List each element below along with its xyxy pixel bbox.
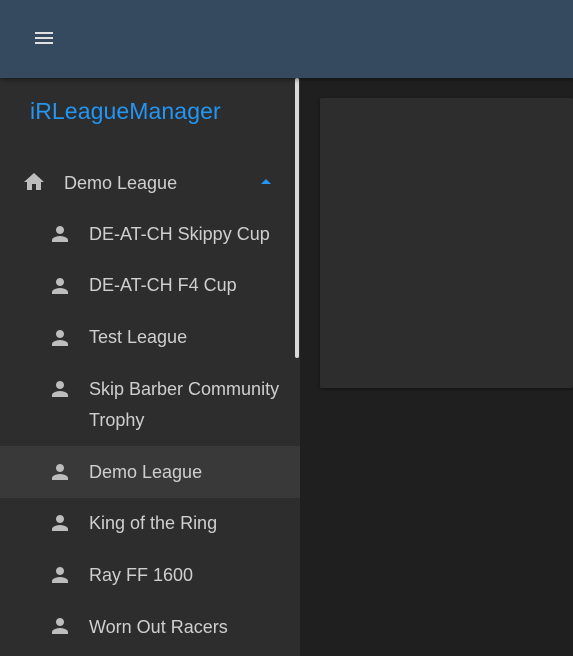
sidebar-item-label: Skip Barber Community Trophy — [89, 379, 280, 430]
sidebar-item-label: King of the Ring — [89, 513, 218, 533]
menu-icon — [35, 32, 53, 44]
person-icon — [52, 567, 68, 583]
sidebar-item-label: Test League — [89, 327, 188, 347]
home-icon — [24, 173, 44, 190]
person-icon — [52, 278, 68, 294]
sidebar-item-de-at-ch-skippy-cup[interactable]: DE-AT-CH Skippy Cup — [0, 210, 300, 262]
sidebar-item-label: DE-AT-CH F4 Cup — [89, 275, 237, 295]
person-icon — [52, 618, 68, 634]
sidebar-item-king-of-the-ring[interactable]: King of the Ring — [0, 498, 300, 550]
sidebar-item-de-at-ch-f4-cup[interactable]: DE-AT-CH F4 Cup — [0, 262, 300, 314]
app-bar — [0, 0, 573, 78]
sidebar-item-demo-league[interactable]: Demo League — [0, 446, 300, 498]
sidebar-item-label: Demo League — [89, 462, 203, 482]
sidebar-item-label: DE-AT-CH Skippy Cup — [89, 224, 270, 244]
person-icon — [52, 226, 68, 242]
sidebar-item-label: Ray FF 1600 — [89, 565, 194, 585]
person-icon — [52, 515, 68, 531]
sidebar-item-test-league[interactable]: Test League — [0, 314, 300, 366]
nav-drawer: iRLeagueManager Demo League DE-AT-CH Ski… — [0, 78, 300, 656]
brand-title[interactable]: iRLeagueManager — [30, 98, 221, 125]
league-group-header[interactable]: Demo League — [0, 160, 300, 206]
sidebar-item-skip-barber-community-trophy[interactable]: Skip Barber Community Trophy — [0, 366, 300, 446]
sidebar-item-label: Worn Out Racers — [89, 617, 228, 637]
menu-button[interactable] — [22, 16, 66, 60]
person-icon — [52, 381, 68, 397]
league-group-label: Demo League — [64, 173, 178, 193]
person-icon — [52, 330, 68, 346]
caret-up-icon — [261, 179, 271, 184]
main-content — [300, 78, 573, 656]
content-card — [320, 98, 573, 388]
sidebar-item-ray-ff-1600[interactable]: Ray FF 1600 — [0, 550, 300, 602]
person-icon — [52, 464, 68, 480]
sidebar-item-worn-out-racers[interactable]: Worn Out Racers — [0, 602, 300, 654]
